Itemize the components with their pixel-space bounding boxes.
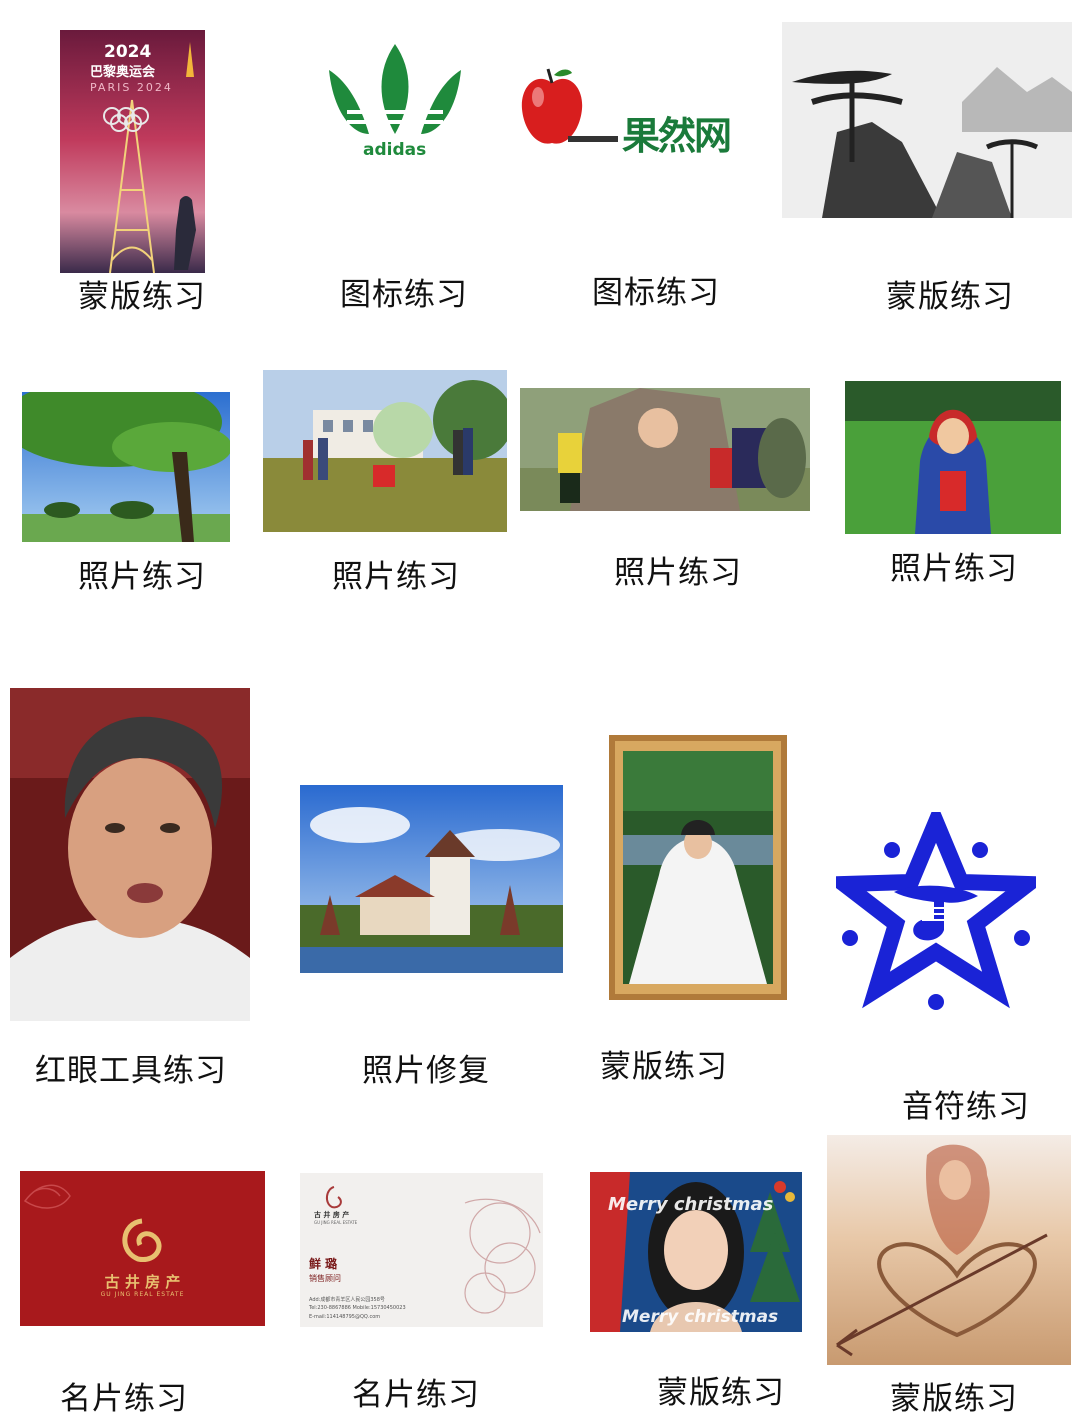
poster-title: 巴黎奥运会: [90, 65, 156, 80]
adidas-wordmark: adidas: [363, 140, 427, 160]
bride-frame-photo: [609, 735, 787, 1000]
caption-sand-heart: 蒙版练习: [890, 1381, 1018, 1417]
poster-year: 2024: [104, 42, 152, 62]
red-card-company: 古 井 房 产: [104, 1273, 181, 1291]
apple-logo: 果然网: [518, 65, 750, 155]
park-family-photo: [263, 370, 507, 532]
rock-children-photo: [520, 388, 810, 511]
caption-apple: 图标练习: [592, 275, 720, 311]
white-business-card: 古 井 房 产 GU JING REAL ESTATE 鲜 璐 销售顾问 Add…: [300, 1173, 543, 1327]
red-card-company-en: GU JING REAL ESTATE: [100, 1291, 185, 1298]
white-card-phone: Tel:230-8867886 Mobile:15730450023: [309, 1305, 406, 1311]
caption-adidas: 图标练习: [340, 277, 468, 313]
caption-paris-poster: 蒙版练习: [78, 279, 206, 315]
caption-christmas-card: 蒙版练习: [657, 1375, 785, 1411]
caption-white-card: 名片练习: [352, 1377, 480, 1413]
caption-baby-grass: 照片练习: [890, 551, 1018, 587]
caption-mountain: 蒙版练习: [886, 279, 1014, 315]
caption-man-portrait: 红眼工具练习: [35, 1053, 227, 1089]
white-card-title: 销售顾问: [309, 1274, 341, 1283]
christmas-greeting-bottom: Merry christmas: [622, 1307, 779, 1327]
caption-bride-frame: 蒙版练习: [600, 1049, 728, 1085]
mountain-pines-photo: [782, 22, 1072, 218]
caption-park-family: 照片练习: [332, 559, 460, 595]
white-card-company-en: GU JING REAL ESTATE: [314, 1220, 358, 1225]
caption-red-card: 名片练习: [60, 1381, 188, 1417]
white-card-name: 鲜 璐: [309, 1257, 338, 1271]
red-business-card: 古 井 房 产 GU JING REAL ESTATE: [20, 1171, 265, 1326]
sand-heart-photo: [827, 1135, 1071, 1365]
tree-sky-photo: [22, 392, 230, 542]
baby-grass-photo: [845, 381, 1061, 534]
caption-rock-children: 照片练习: [614, 555, 742, 591]
white-card-company: 古 井 房 产: [314, 1211, 350, 1219]
castle-lake-photo: [300, 785, 563, 973]
caption-star-note: 音符练习: [902, 1089, 1030, 1125]
adidas-logo: adidas: [325, 40, 465, 165]
caption-castle-lake: 照片修复: [362, 1053, 490, 1089]
christmas-card-photo: Merry christmas Merry christmas: [590, 1172, 802, 1332]
caption-tree-sky: 照片练习: [78, 559, 206, 595]
man-portrait-photo: [10, 688, 250, 1021]
apple-brand-text: 果然网: [622, 114, 732, 155]
paris-olympics-poster: 2024 巴黎奥运会 PARIS 2024: [60, 30, 205, 273]
star-note-logo: [836, 812, 1036, 1012]
poster-subtitle: PARIS 2024: [90, 81, 173, 94]
white-card-address: Add:成都市青羊区人民公园358号: [309, 1297, 385, 1303]
christmas-greeting-top: Merry christmas: [608, 1194, 774, 1215]
white-card-email: E-mail:114148795@QQ.com: [309, 1314, 381, 1320]
